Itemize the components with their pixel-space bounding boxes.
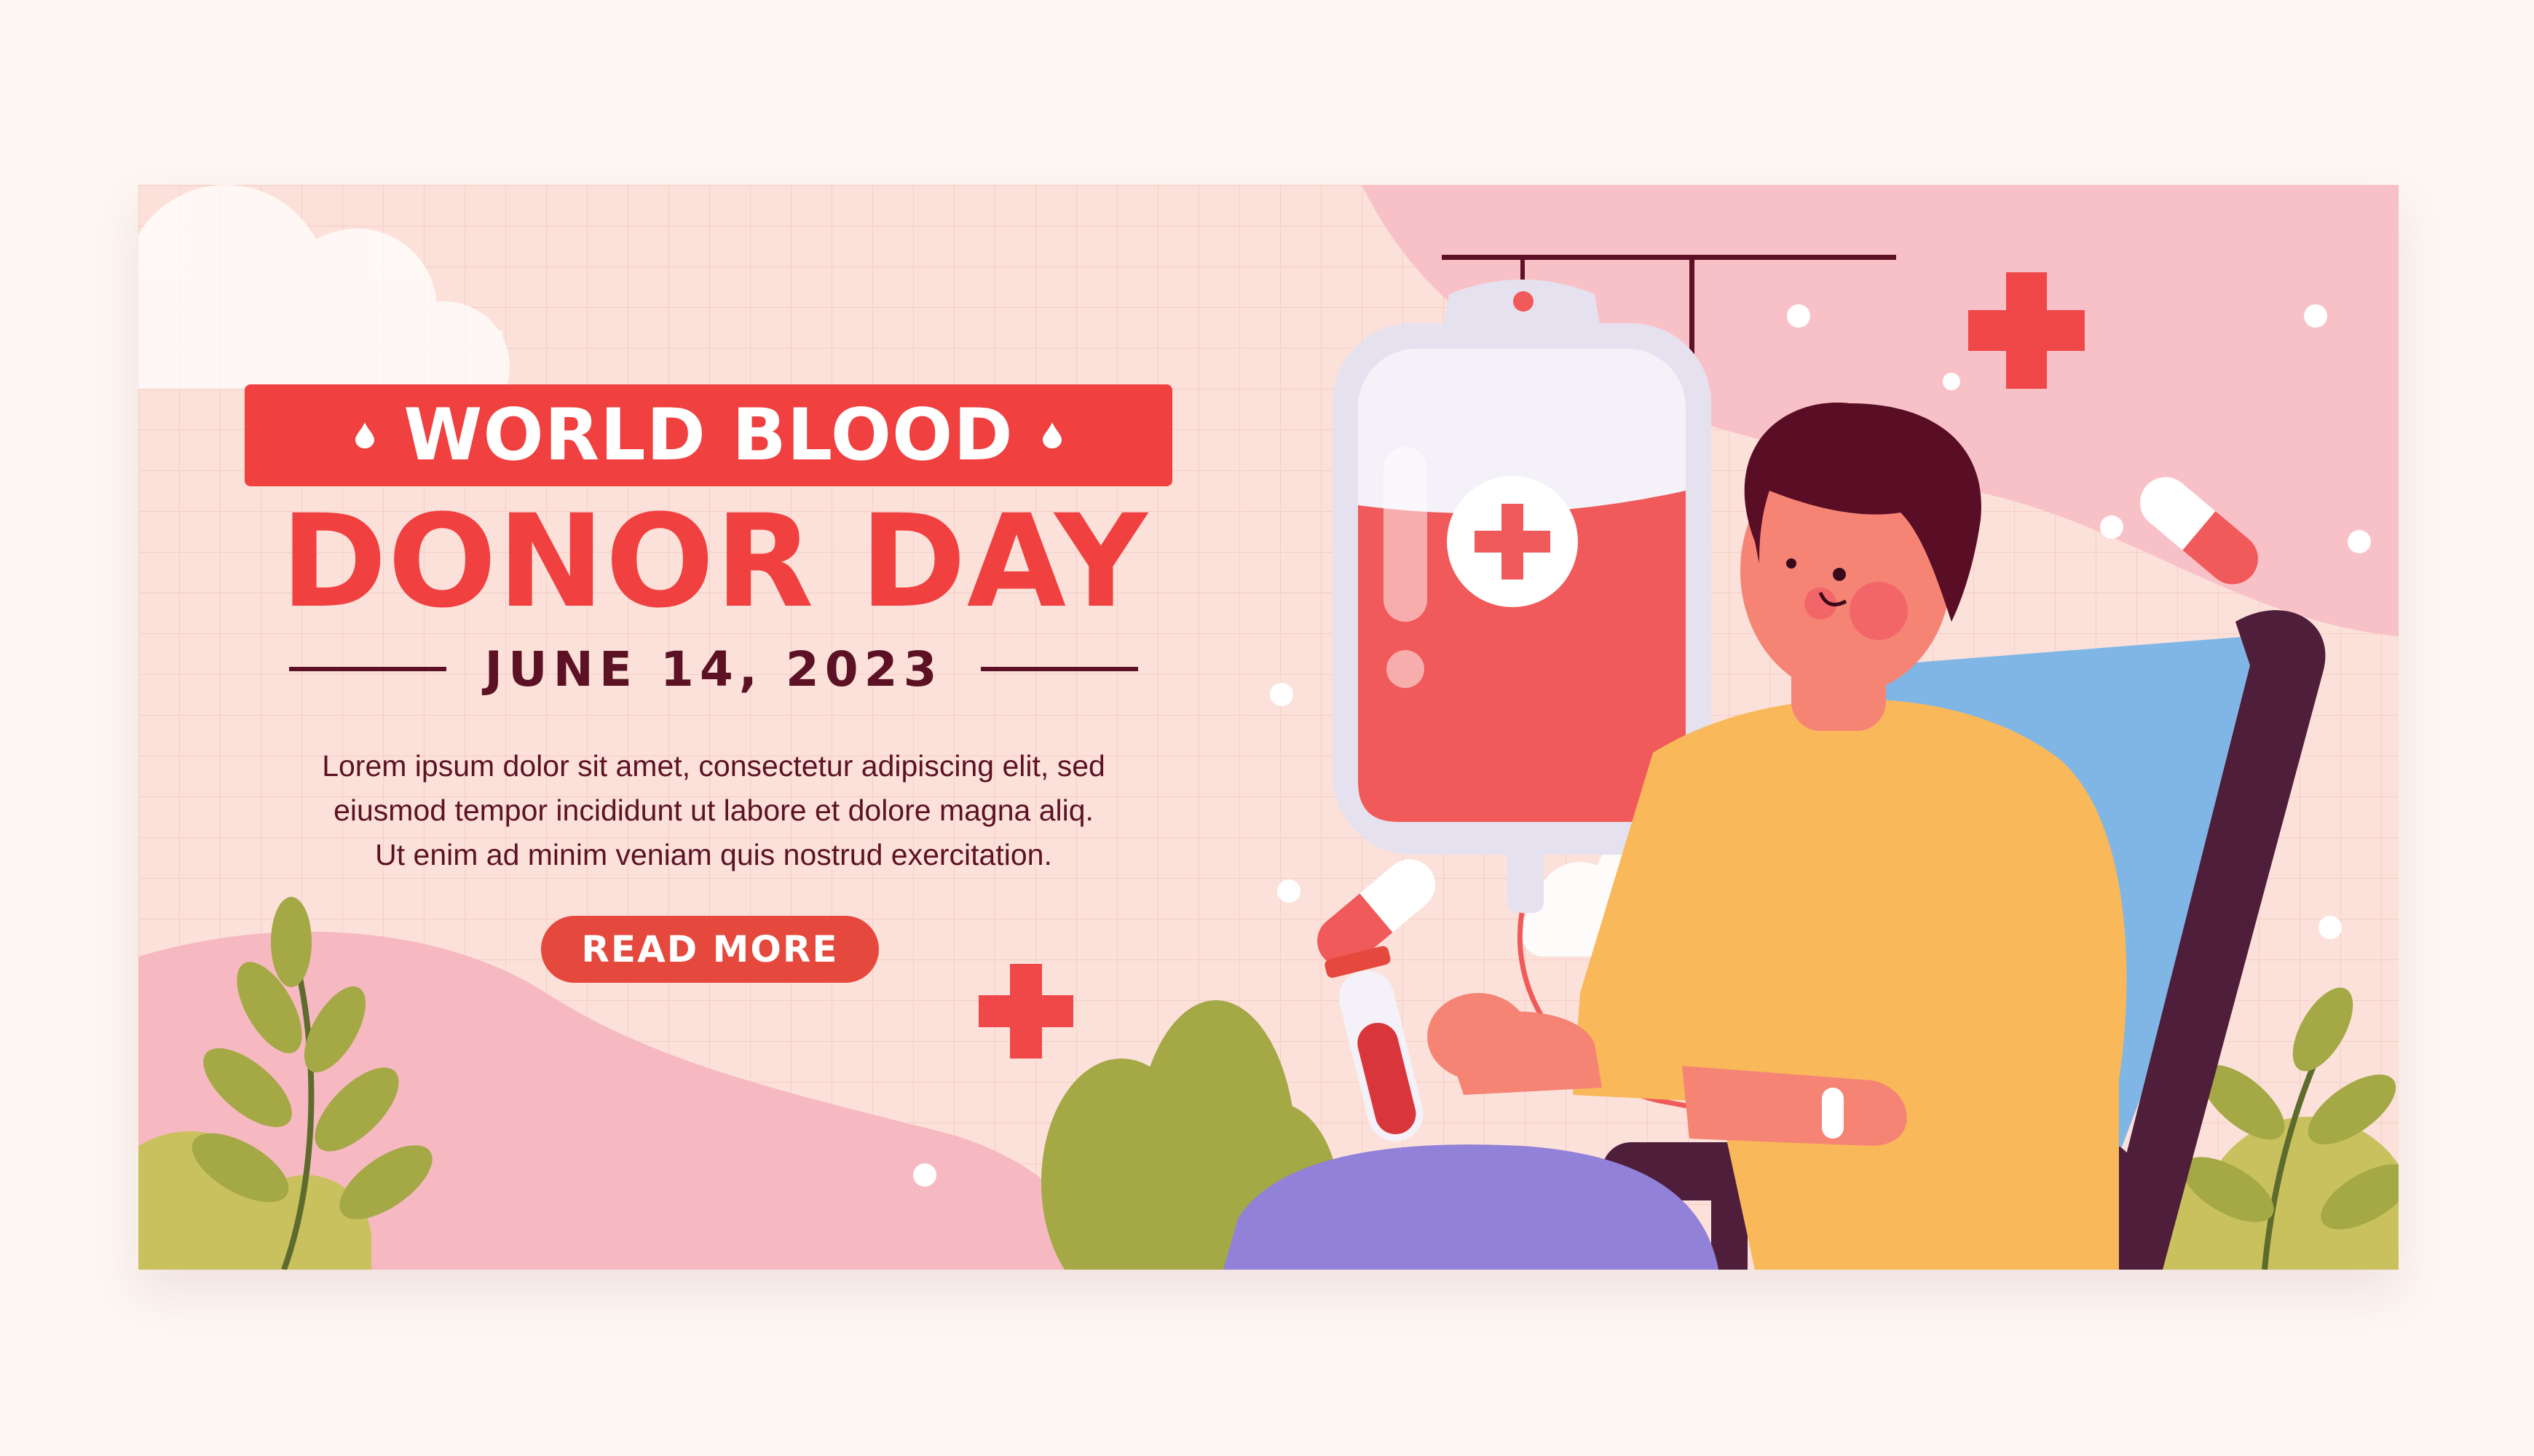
title-line-2: DONOR DAY <box>280 487 1148 636</box>
title-bar: WORLD BLOOD <box>245 384 1172 486</box>
event-date: JUNE 14, 2023 <box>484 641 943 697</box>
title-line-1: WORLD BLOOD <box>403 394 1014 477</box>
date-rule-left <box>289 667 447 671</box>
date-row: JUNE 14, 2023 <box>255 636 1172 702</box>
description: Lorem ipsum dolor sit amet, consectetur … <box>233 744 1194 877</box>
read-more-button[interactable]: READ MORE <box>541 916 879 983</box>
blood-drop-icon <box>1042 422 1062 448</box>
date-rule-right <box>980 667 1138 671</box>
text-block: WORLD BLOOD DONOR DAY JUNE 14, 2023 Lore… <box>138 185 1303 1270</box>
page: WORLD BLOOD DONOR DAY JUNE 14, 2023 Lore… <box>0 0 2534 1456</box>
description-line: Lorem ipsum dolor sit amet, consectetur … <box>322 749 1105 783</box>
blood-drop-icon <box>355 422 375 448</box>
description-line: Ut enim ad minim veniam quis nostrud exe… <box>375 838 1052 871</box>
description-line: eiusmod tempor incididunt ut labore et d… <box>333 794 1094 827</box>
donor-day-banner: WORLD BLOOD DONOR DAY JUNE 14, 2023 Lore… <box>138 185 2399 1270</box>
